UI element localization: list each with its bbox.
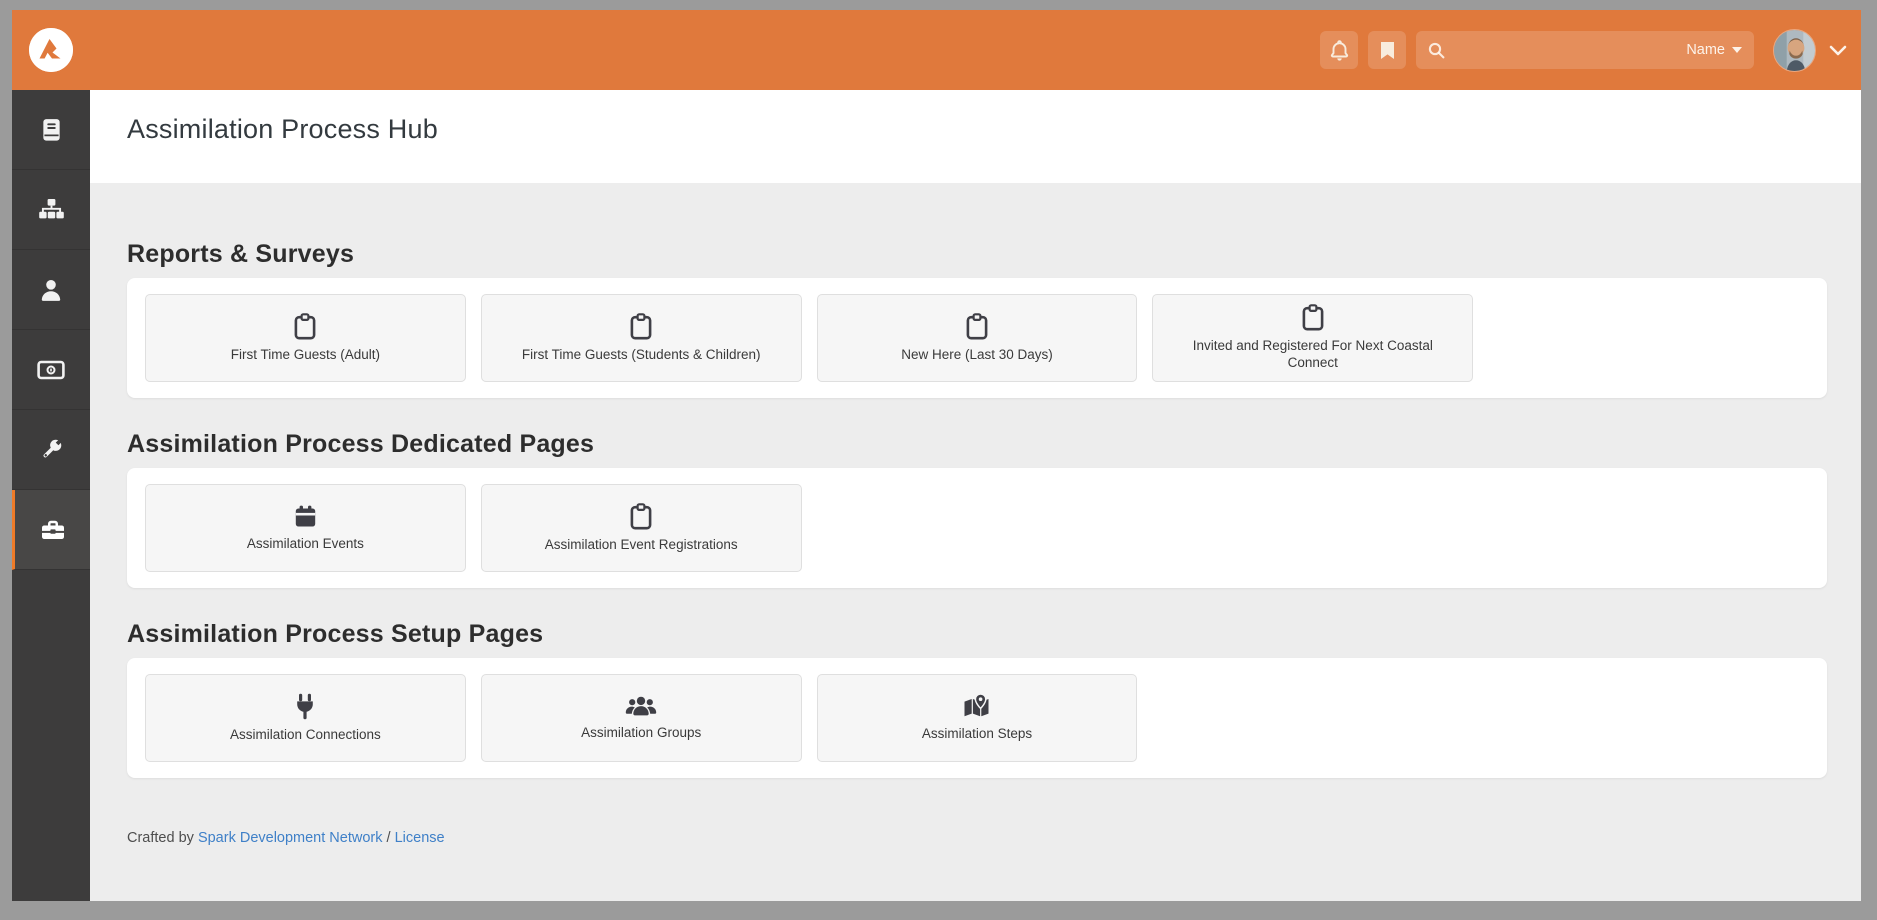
profile-menu-button[interactable] [1829,45,1847,56]
calendar-icon [293,504,318,529]
search-input[interactable] [1454,42,1686,58]
body-row: Assimilation Process Hub Reports & Surve… [12,90,1861,901]
page-header: Assimilation Process Hub [90,90,1861,183]
card-label: Assimilation Groups [581,725,701,742]
card-assimilation-steps[interactable]: Assimilation Steps [817,674,1138,762]
footer-separator: / [387,830,391,846]
avatar[interactable] [1773,29,1816,72]
clipboard-icon [1301,304,1325,331]
rock-logo-icon [29,28,73,72]
sidebar-item-book[interactable] [12,90,90,170]
card-label: Assimilation Connections [230,727,381,744]
app-window: Name [12,10,1861,901]
sidebar-item-admin-tools[interactable] [12,410,90,490]
footer: Crafted by Spark Development Network / L… [127,830,1827,846]
card-label: Assimilation Steps [922,726,1032,743]
notifications-button[interactable] [1320,31,1358,69]
users-icon [625,694,657,718]
search-filter-dropdown[interactable]: Name [1686,42,1742,58]
clipboard-icon [629,503,653,530]
card-label: First Time Guests (Students & Children) [522,347,761,364]
bookmarks-button[interactable] [1368,31,1406,69]
panel-dedicated-pages: Assimilation Events Assimilation Event R… [127,468,1827,588]
sidebar-item-installed-plugins[interactable] [12,490,90,570]
top-bar: Name [12,10,1861,90]
card-label: Invited and Registered For Next Coastal … [1167,338,1458,372]
money-bill-icon [37,359,65,381]
card-assimilation-groups[interactable]: Assimilation Groups [481,674,802,762]
footer-crafted-by: Crafted by [127,830,194,846]
clipboard-icon [293,313,317,340]
card-grid: Assimilation Events Assimilation Event R… [145,484,1809,572]
card-new-here[interactable]: New Here (Last 30 Days) [817,294,1138,382]
chevron-down-icon [1829,45,1847,56]
panel-setup-pages: Assimilation Connections Ass [127,658,1827,778]
section-heading-reports: Reports & Surveys [127,240,1827,269]
page-title: Assimilation Process Hub [127,114,438,145]
person-icon [39,278,63,302]
card-first-time-guests-adult[interactable]: First Time Guests (Adult) [145,294,466,382]
section-heading-setup-pages: Assimilation Process Setup Pages [127,620,1827,649]
card-label: Assimilation Events [247,536,364,553]
toolbox-icon [40,518,66,541]
card-assimilation-events[interactable]: Assimilation Events [145,484,466,572]
avatar-photo [1774,30,1816,72]
spark-development-network-link[interactable]: Spark Development Network [198,830,383,846]
card-label: Assimilation Event Registrations [545,537,738,554]
sidebar-nav [12,90,90,901]
section-heading-dedicated-pages: Assimilation Process Dedicated Pages [127,430,1827,459]
card-grid: Assimilation Connections Ass [145,674,1809,762]
card-invited-registered[interactable]: Invited and Registered For Next Coastal … [1152,294,1473,382]
bell-icon [1329,39,1350,62]
book-icon [40,118,63,142]
search-icon [1428,42,1445,59]
search-filter-label: Name [1686,42,1725,58]
card-assimilation-event-registrations[interactable]: Assimilation Event Registrations [481,484,802,572]
license-link[interactable]: License [395,830,445,846]
map-location-icon [963,693,990,719]
bookmark-icon [1380,41,1395,60]
sidebar-item-sitemap[interactable] [12,170,90,250]
clipboard-icon [629,313,653,340]
sidebar-item-finance[interactable] [12,330,90,410]
page-content: Reports & Surveys First Time Guests (Adu… [90,183,1861,901]
sidebar-item-people[interactable] [12,250,90,330]
main-area: Assimilation Process Hub Reports & Surve… [90,90,1861,901]
card-first-time-guests-students[interactable]: First Time Guests (Students & Children) [481,294,802,382]
card-label: New Here (Last 30 Days) [901,347,1053,364]
caret-down-icon [1732,47,1742,53]
sitemap-icon [38,198,65,222]
smart-search: Name [1416,31,1754,69]
card-assimilation-connections[interactable]: Assimilation Connections [145,674,466,762]
clipboard-icon [965,313,989,340]
card-label: First Time Guests (Adult) [231,347,380,364]
card-grid: First Time Guests (Adult) First Time Gue… [145,294,1809,382]
rock-logo[interactable] [29,28,73,72]
wrench-icon [39,437,64,462]
plug-icon [293,693,317,720]
panel-reports: First Time Guests (Adult) First Time Gue… [127,278,1827,398]
